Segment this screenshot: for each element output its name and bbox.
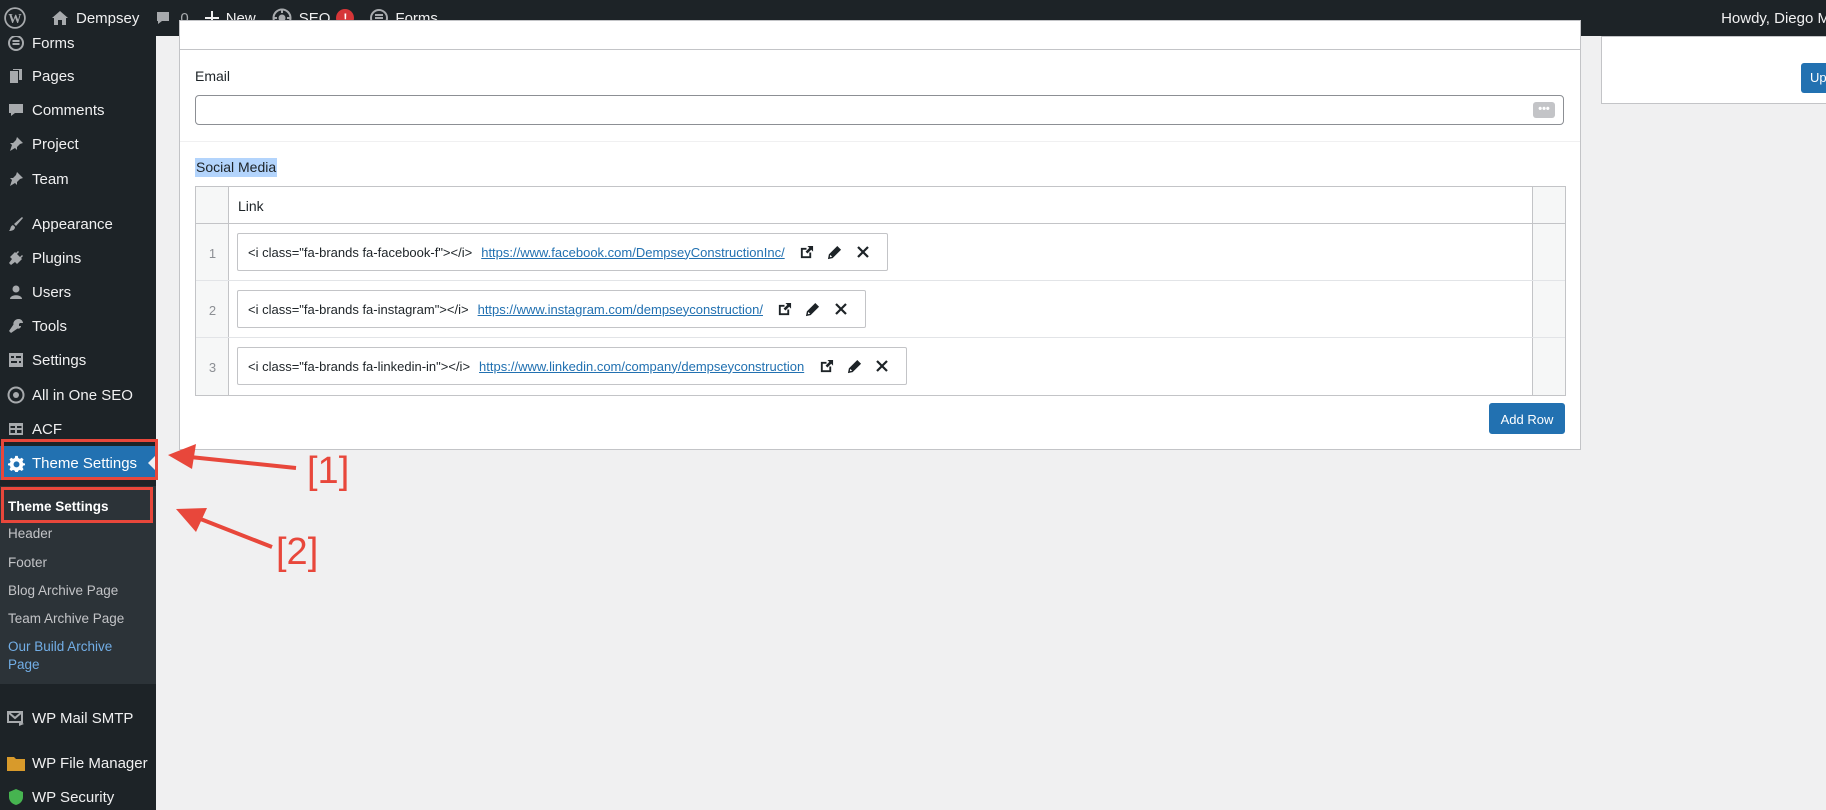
annotation-label-1: [1] [307, 450, 350, 492]
annotation-label-2: [2] [276, 531, 319, 573]
annotation-arrow-2 [176, 508, 273, 549]
annotation-arrows [168, 444, 297, 549]
annotation-arrow-1 [168, 444, 297, 470]
